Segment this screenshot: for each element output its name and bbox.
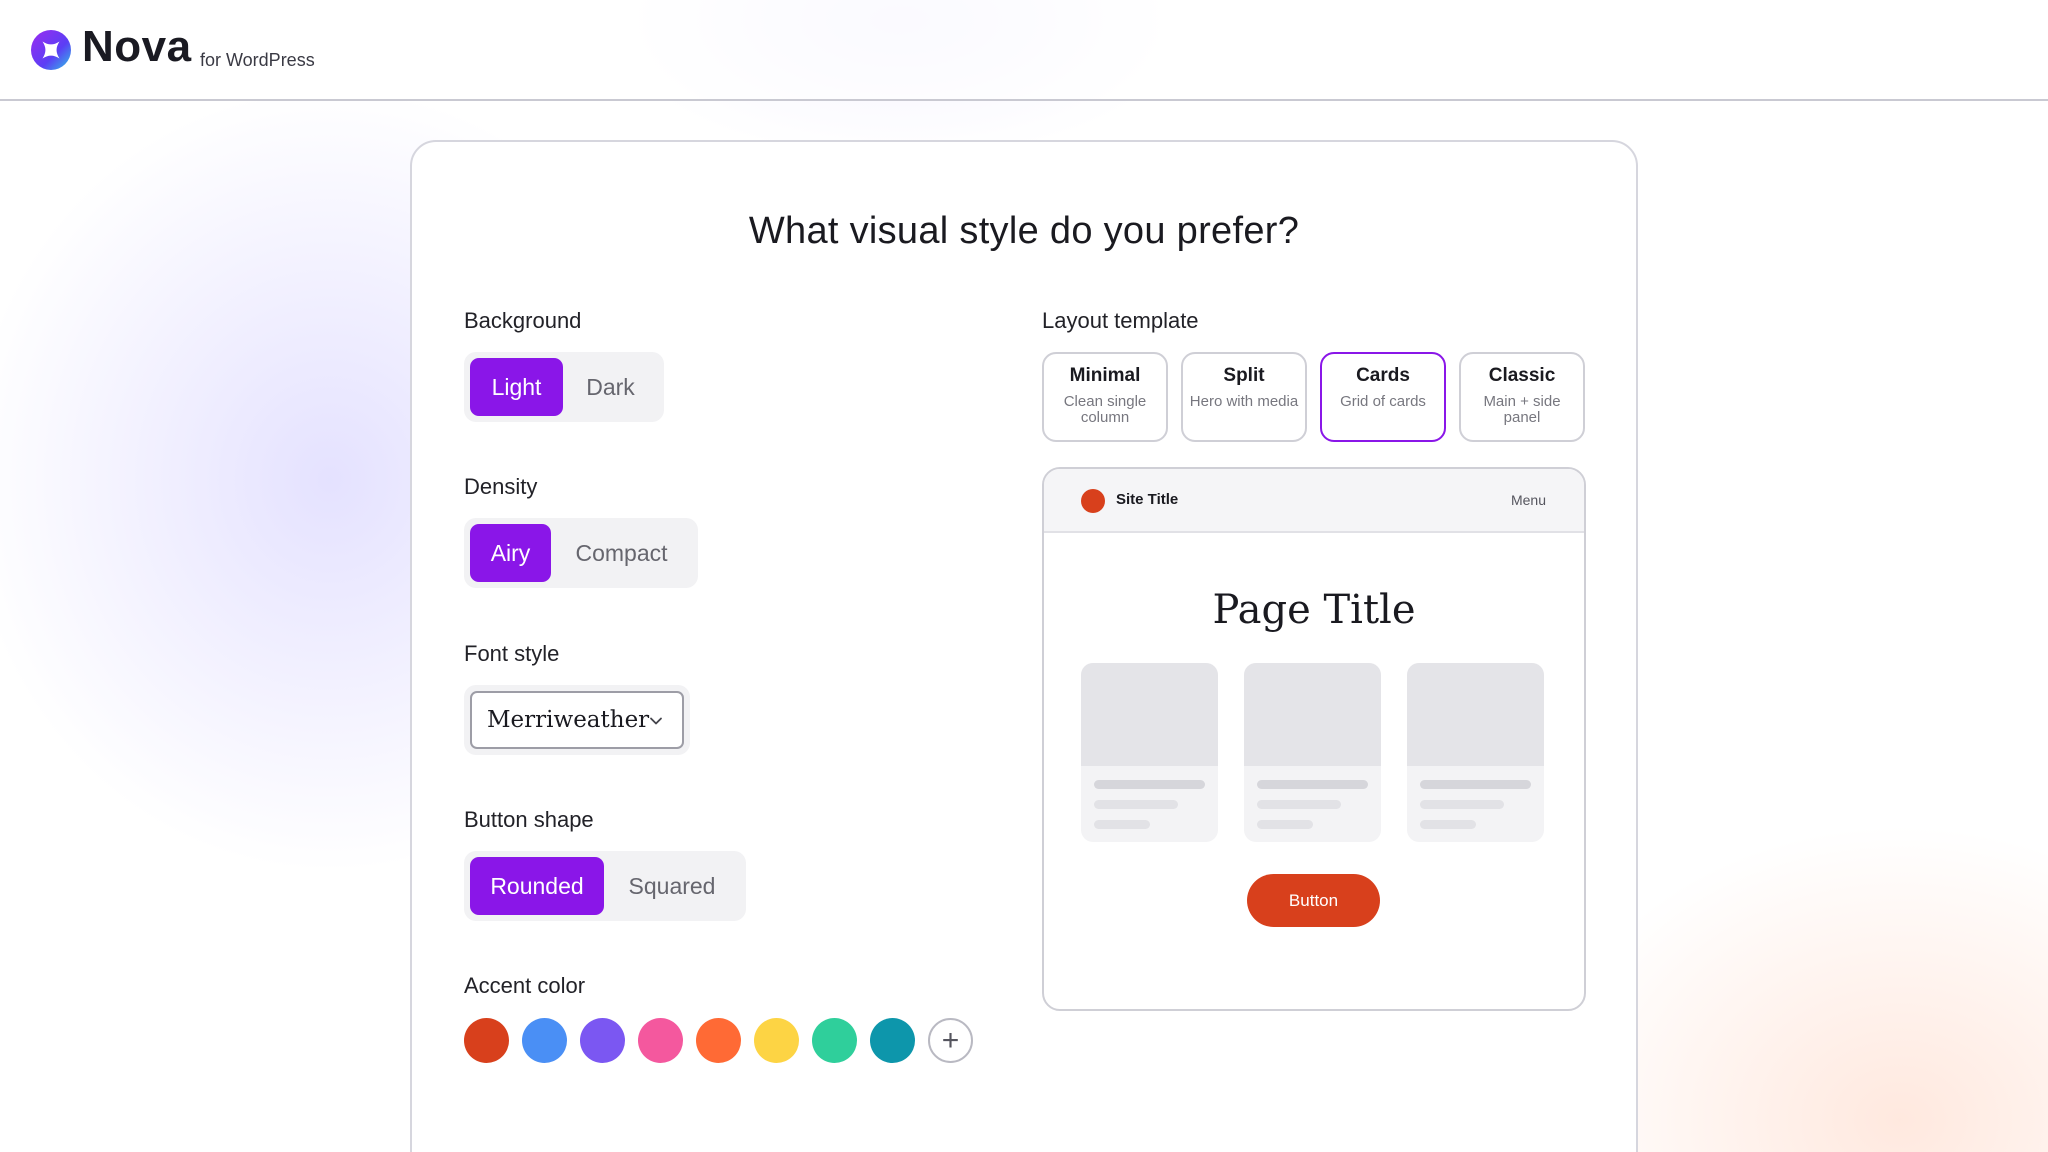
density-label: Density: [464, 474, 538, 499]
preview-card-line: [1257, 820, 1313, 829]
accent-color-label: Accent color: [464, 973, 586, 998]
template-name: Split: [1223, 365, 1265, 386]
preview-logo-dot: [1081, 489, 1105, 513]
font-style-label: Font style: [464, 641, 560, 666]
style-preferences-card: What visual style do you prefer? Backgro…: [410, 140, 1638, 1152]
brand-subtitle: for WordPress: [200, 50, 315, 70]
accent-swatch-yellow[interactable]: [754, 1018, 799, 1063]
app-header: Nova for WordPress: [0, 0, 2048, 101]
density-compact-option[interactable]: Compact: [551, 524, 692, 582]
preview-card-line: [1420, 820, 1476, 829]
preview-card-line: [1420, 780, 1531, 789]
preview-card-line: [1094, 780, 1205, 789]
preview-card: [1244, 663, 1381, 842]
preview-card-image: [1244, 663, 1381, 766]
template-split[interactable]: Split Hero with media: [1181, 352, 1307, 442]
preview-card: [1081, 663, 1218, 842]
template-description: Clean single column: [1063, 393, 1147, 426]
preview-card-line: [1094, 820, 1150, 829]
brand-name: Nova: [82, 22, 192, 71]
template-name: Cards: [1356, 365, 1410, 386]
button-shape-squared-option[interactable]: Squared: [604, 857, 740, 915]
template-description: Hero with media: [1189, 393, 1299, 410]
page-question: What visual style do you prefer?: [748, 210, 1300, 252]
background-toggle: Light Dark: [464, 352, 664, 422]
button-shape-rounded-option[interactable]: Rounded: [470, 857, 604, 915]
preview-card-line: [1257, 800, 1341, 809]
density-toggle: Airy Compact: [464, 518, 698, 588]
accent-swatch-pink[interactable]: [638, 1018, 683, 1063]
accent-swatch-green[interactable]: [812, 1018, 857, 1063]
layout-preview: Site Title Menu Page Title Button: [1042, 467, 1586, 1011]
preview-card-grid: [1081, 663, 1544, 842]
template-name: Classic: [1488, 365, 1556, 386]
template-cards[interactable]: Cards Grid of cards: [1320, 352, 1446, 442]
template-minimal[interactable]: Minimal Clean single column: [1042, 352, 1168, 442]
preview-button: Button: [1247, 874, 1380, 927]
preview-site-title: Site Title: [1116, 491, 1179, 508]
accent-swatch-violet[interactable]: [580, 1018, 625, 1063]
template-name: Minimal: [1069, 365, 1141, 386]
add-color-button[interactable]: +: [928, 1018, 973, 1063]
preview-card-line: [1257, 780, 1368, 789]
preview-header: Site Title Menu: [1044, 469, 1584, 533]
button-shape-label: Button shape: [464, 807, 594, 832]
button-shape-toggle: Rounded Squared: [464, 851, 746, 921]
accent-swatch-red[interactable]: [464, 1018, 509, 1063]
chevron-down-icon: [650, 717, 662, 725]
font-style-wrapper: Merriweather: [464, 685, 690, 755]
template-description: Main + side panel: [1483, 393, 1561, 426]
font-style-select[interactable]: Merriweather: [470, 691, 684, 749]
accent-swatch-teal[interactable]: [870, 1018, 915, 1063]
accent-swatch-blue[interactable]: [522, 1018, 567, 1063]
accent-color-swatches: +: [464, 1018, 973, 1063]
preview-card-image: [1407, 663, 1544, 766]
background-dark-option[interactable]: Dark: [563, 358, 658, 416]
preview-menu: Menu: [1510, 492, 1546, 508]
template-description: Grid of cards: [1340, 393, 1426, 410]
accent-swatch-orange[interactable]: [696, 1018, 741, 1063]
preview-card-image: [1081, 663, 1218, 766]
preview-card-line: [1094, 800, 1178, 809]
font-style-value: Merriweather: [487, 707, 650, 733]
layout-template-label: Layout template: [1042, 308, 1199, 333]
preview-card: [1407, 663, 1544, 842]
preview-card-line: [1420, 800, 1504, 809]
template-classic[interactable]: Classic Main + side panel: [1459, 352, 1585, 442]
background-label: Background: [464, 308, 582, 333]
nova-logo-icon: [31, 30, 71, 70]
plus-icon: +: [941, 1023, 960, 1057]
density-airy-option[interactable]: Airy: [470, 524, 551, 582]
background-light-option[interactable]: Light: [470, 358, 563, 416]
layout-template-options: Minimal Clean single column Split Hero w…: [1042, 352, 1585, 442]
preview-page-title: Page Title: [1212, 587, 1416, 633]
